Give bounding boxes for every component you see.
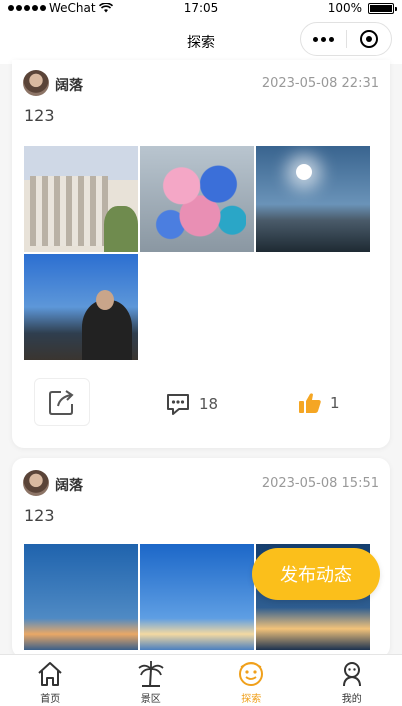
comment-count: 18 — [199, 395, 219, 413]
miniprogram-capsule — [300, 22, 392, 56]
post-image[interactable] — [24, 146, 138, 252]
post-username[interactable]: 阔落 — [55, 475, 83, 495]
battery-percent: 100% — [327, 1, 362, 15]
post-card[interactable]: 阔落 2023-05-08 22:31 123 18 1 — [12, 60, 390, 448]
like-count: 1 — [330, 394, 340, 412]
comment-icon — [167, 394, 189, 415]
publish-post-button[interactable]: 发布动态 — [252, 548, 380, 600]
tab-label: 首页 — [40, 694, 61, 705]
like-action[interactable]: 1 — [298, 392, 340, 414]
battery-icon — [368, 2, 397, 14]
share-button[interactable] — [34, 378, 90, 426]
post-datetime: 2023-05-08 15:51 — [261, 476, 379, 491]
post-datetime: 2023-05-08 22:31 — [261, 76, 379, 91]
tab-label: 探索 — [241, 694, 262, 705]
close-circle-icon — [359, 30, 378, 48]
close-miniprogram-button[interactable] — [346, 30, 391, 48]
post-image[interactable] — [140, 146, 254, 252]
nav-bar: 探索 — [0, 18, 402, 64]
share-icon — [49, 390, 74, 415]
post-image[interactable] — [24, 544, 138, 650]
post-text: 123 — [24, 106, 55, 125]
tab-label: 景区 — [140, 694, 161, 705]
explore-face-icon — [239, 662, 264, 686]
post-image[interactable] — [24, 254, 138, 360]
tab-home[interactable]: 首页 — [0, 655, 101, 706]
tab-bar: 首页 景区 探索 我的 — [0, 654, 402, 706]
tab-explore[interactable]: 探索 — [201, 655, 302, 706]
more-options-icon[interactable] — [301, 36, 346, 42]
phone-screen: WeChat 17:05 100% 探索 阔落 2023-05-08 22:31… — [0, 0, 402, 706]
post-image[interactable] — [140, 544, 254, 650]
thumbs-up-icon — [299, 393, 321, 413]
post-text: 123 — [24, 506, 55, 525]
tab-label: 我的 — [341, 694, 362, 705]
user-icon — [342, 662, 361, 687]
status-bar: WeChat 17:05 100% — [0, 0, 402, 18]
tab-scenic[interactable]: 景区 — [101, 655, 202, 706]
comment-action[interactable]: 18 — [165, 392, 218, 416]
avatar[interactable] — [23, 70, 49, 96]
tab-mine[interactable]: 我的 — [302, 655, 402, 706]
avatar[interactable] — [23, 470, 49, 496]
post-image[interactable] — [256, 146, 370, 252]
home-icon — [38, 662, 62, 686]
status-right: 100% — [327, 1, 397, 15]
post-username[interactable]: 阔落 — [55, 75, 83, 95]
palm-tree-icon — [138, 661, 164, 687]
